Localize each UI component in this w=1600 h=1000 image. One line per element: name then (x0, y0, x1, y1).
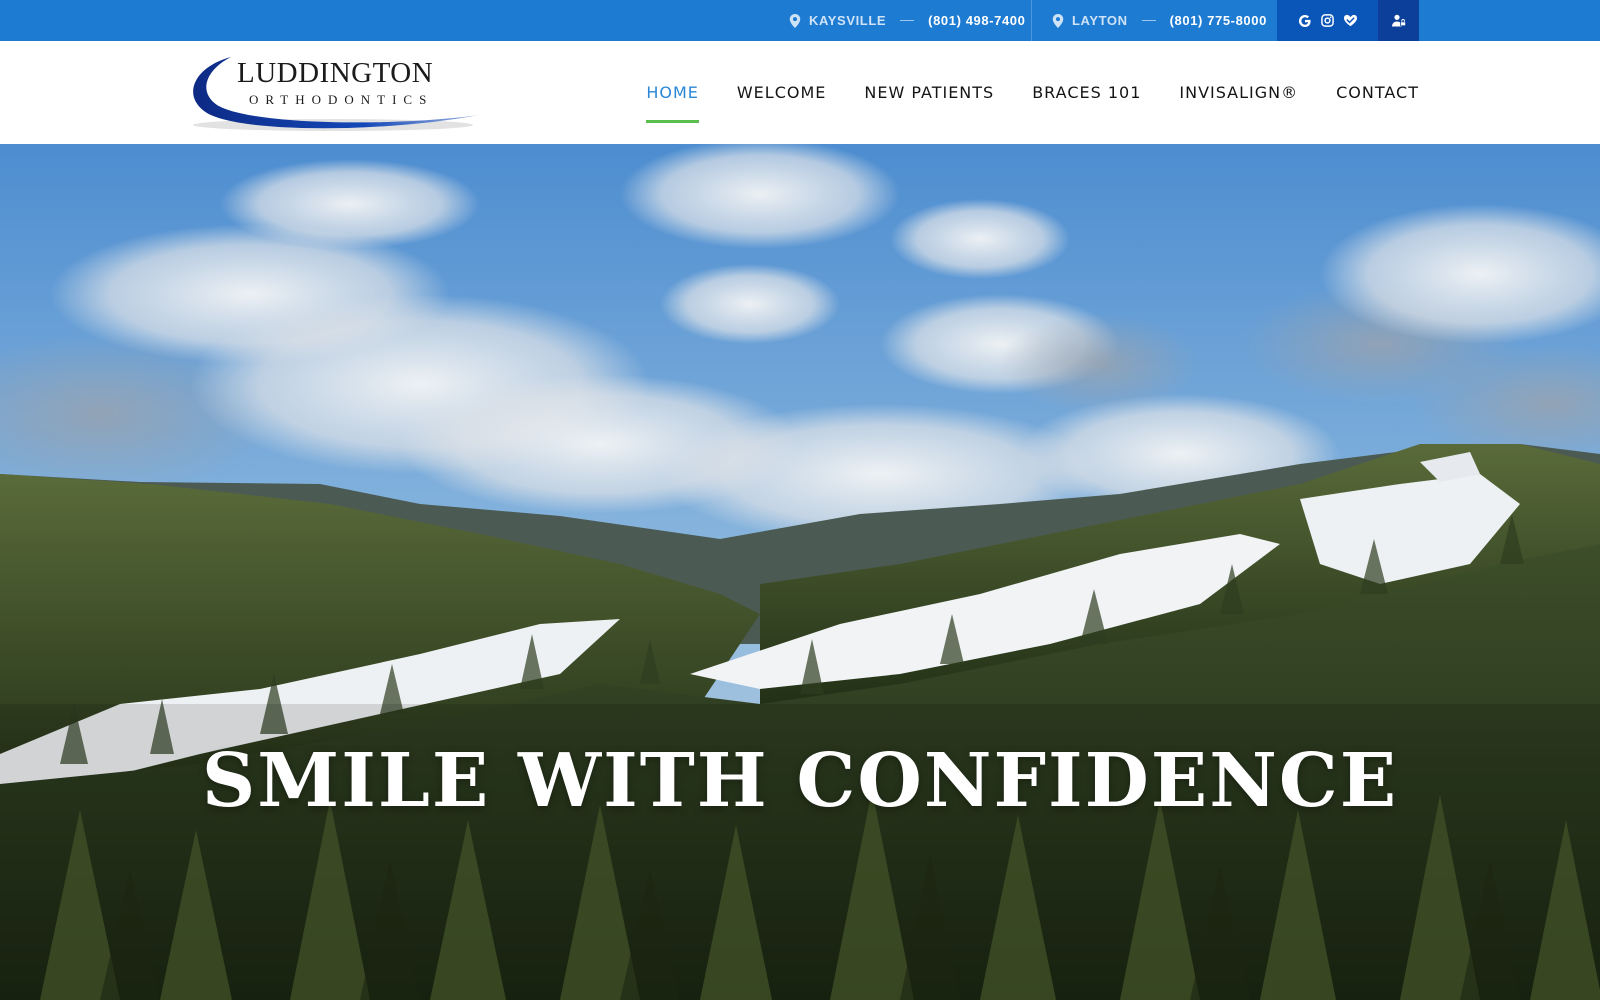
nav-home[interactable]: HOME (646, 41, 699, 144)
separator-dash (900, 20, 915, 21)
hero-banner: SMILE WITH CONFIDENCE (0, 144, 1600, 1000)
heart-hands-icon[interactable] (1343, 14, 1358, 27)
phone-link[interactable]: (801) 775-8000 (1170, 13, 1267, 28)
site-header: LUDDINGTON ORTHODONTICS HOME WELCOME NEW… (0, 41, 1600, 144)
main-nav: HOME WELCOME NEW PATIENTS BRACES 101 INV… (646, 41, 1419, 144)
map-pin-icon (789, 13, 801, 28)
nav-braces-101[interactable]: BRACES 101 (1032, 41, 1141, 144)
hero-background-image (0, 144, 1600, 1000)
luddington-logo[interactable]: LUDDINGTON ORTHODONTICS (183, 53, 483, 135)
patient-login-icon (1391, 14, 1406, 27)
nav-new-patients[interactable]: NEW PATIENTS (864, 41, 994, 144)
location-city: LAYTON (1072, 13, 1128, 28)
logo-subtitle: ORTHODONTICS (249, 92, 434, 107)
patient-login-button[interactable] (1378, 0, 1419, 41)
separator-dash (1141, 20, 1156, 21)
top-bar: KAYSVILLE (801) 498-7400 LAYTON (801) 77… (0, 0, 1600, 41)
phone-link[interactable]: (801) 498-7400 (928, 13, 1025, 28)
location-city: KAYSVILLE (809, 13, 887, 28)
divider (1031, 0, 1032, 41)
nav-welcome[interactable]: WELCOME (737, 41, 827, 144)
location-layton[interactable]: LAYTON (801) 775-8000 (1052, 0, 1267, 41)
logo-title: LUDDINGTON (237, 57, 434, 89)
google-icon[interactable] (1298, 14, 1312, 28)
location-kaysville[interactable]: KAYSVILLE (801) 498-7400 (789, 0, 1025, 41)
nav-invisalign[interactable]: INVISALIGN® (1179, 41, 1298, 144)
hero-headline: SMILE WITH CONFIDENCE (201, 738, 1399, 824)
nav-contact[interactable]: CONTACT (1336, 41, 1419, 144)
social-links (1277, 0, 1378, 41)
map-pin-icon (1052, 13, 1064, 28)
instagram-icon[interactable] (1320, 14, 1334, 27)
